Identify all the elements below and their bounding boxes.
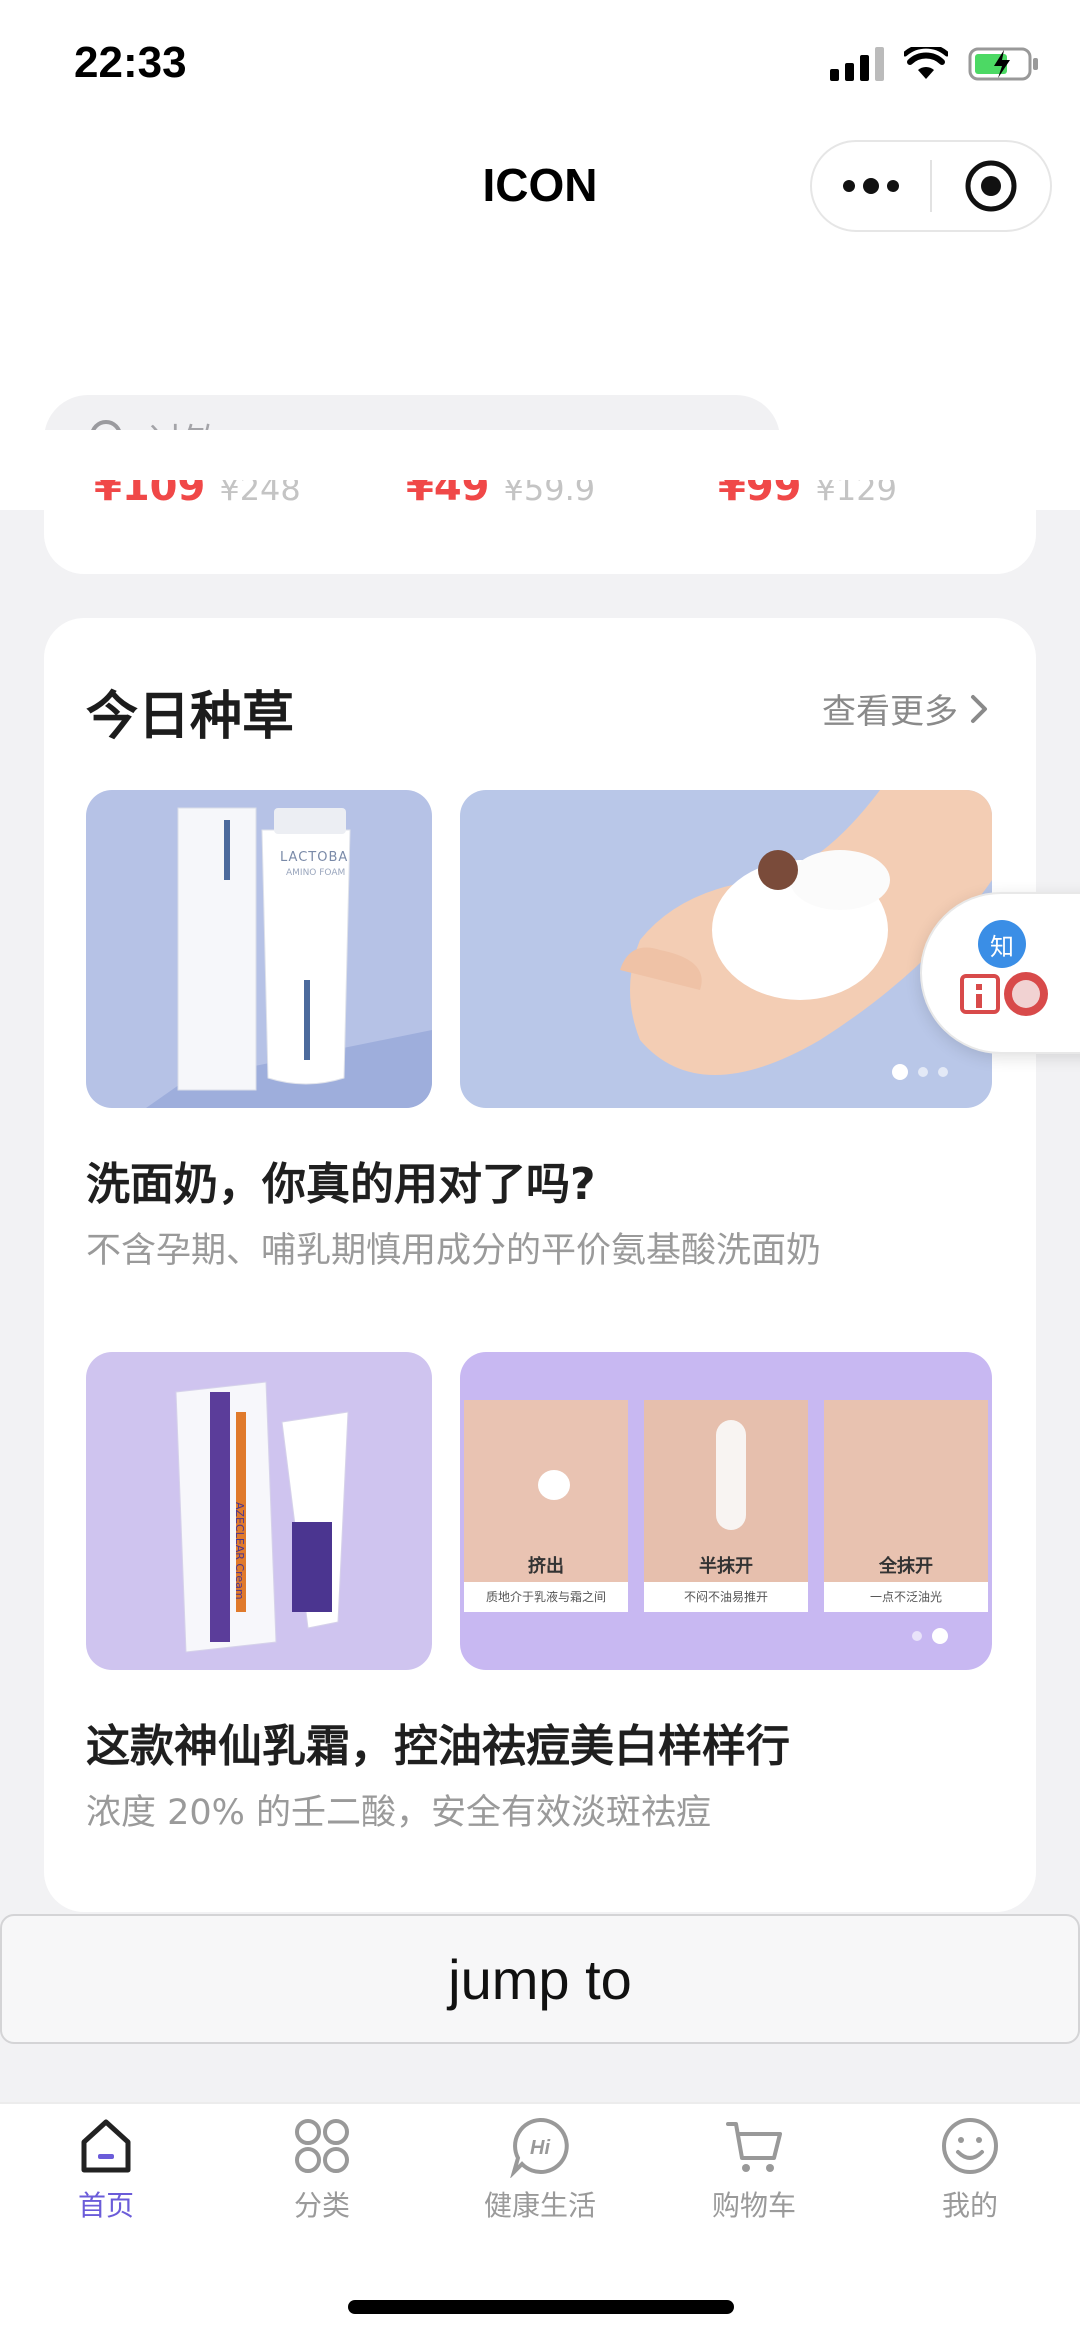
more-dots-icon	[843, 178, 899, 194]
recommend-card: 今日种草 查看更多 LACTOBA AMINO FOAM 洗面奶，你真的用对了吗…	[44, 618, 1036, 1912]
sale-price: ¥109	[94, 480, 206, 510]
texture-step: 半抹开 不闷不油易推开	[644, 1400, 808, 1612]
lactoba-product-illustration	[146, 807, 432, 1108]
home-indicator	[348, 2300, 734, 2314]
tab-cart[interactable]: 购物车	[654, 2114, 854, 2224]
article-title[interactable]: 这款神仙乳霜，控油祛痘美白样样行	[86, 1710, 790, 1774]
cart-icon	[726, 2122, 782, 2172]
azeclear-product-illustration	[175, 1381, 349, 1653]
product-image-foam[interactable]	[460, 790, 992, 1108]
article-title[interactable]: 洗面奶，你真的用对了吗?	[86, 1148, 596, 1212]
product-sub-label: AMINO FOAM	[286, 868, 346, 878]
article-subtitle: 不含孕期、哺乳期慎用成分的平价氨基酸洗面奶	[86, 1231, 822, 1271]
tab-label: 购物车	[711, 2189, 796, 2222]
product-card-partial[interactable]: ¥109 ¥248 ¥49 ¥59.9 ¥99 ¥129	[44, 430, 1036, 574]
status-icons	[830, 46, 1040, 82]
floating-assistant-button[interactable]: 知	[920, 892, 1080, 1054]
tab-home[interactable]: 首页	[6, 2114, 206, 2224]
article-subtitle: 浓度 20% 的壬二酸，安全有效淡斑祛痘	[86, 1793, 712, 1833]
step-caption: 质地介于乳液与霜之间	[485, 1590, 606, 1604]
health-life-icon: Hi	[510, 2117, 569, 2178]
product-brand-label: AZECLEAR Cream	[233, 1502, 246, 1600]
zhi-badge: 知	[978, 920, 1026, 968]
price-item: ¥109 ¥248	[94, 480, 301, 510]
carousel-indicator	[892, 1064, 948, 1080]
target-icon	[965, 160, 1017, 212]
home-icon	[81, 2119, 131, 2173]
tab-label: 分类	[293, 2189, 350, 2222]
see-more-label: 查看更多	[822, 692, 958, 732]
sale-price: ¥49	[406, 480, 490, 510]
status-bar: 22:33	[0, 0, 1080, 130]
more-button[interactable]	[812, 142, 930, 230]
svg-text:Hi: Hi	[530, 2137, 550, 2159]
cellular-signal-icon	[830, 47, 884, 81]
texture-step: 全抹开 一点不泛油光	[824, 1400, 988, 1612]
sale-price: ¥99	[718, 480, 802, 510]
category-icon	[295, 2119, 349, 2173]
step-caption: 不闷不油易推开	[683, 1590, 768, 1604]
texture-step: 挤出 质地介于乳液与霜之间	[464, 1400, 628, 1612]
product-image-azeclear[interactable]: AZECLEAR Cream	[86, 1352, 432, 1670]
price-item: ¥49 ¥59.9	[406, 480, 595, 510]
assistant-icon	[960, 972, 1048, 1016]
original-price: ¥59.9	[503, 480, 596, 508]
tab-label: 健康生活	[483, 2189, 596, 2222]
close-miniapp-button[interactable]	[932, 142, 1050, 230]
wifi-icon	[904, 47, 948, 79]
product-image-texture-steps[interactable]: 挤出 质地介于乳液与霜之间 半抹开 不闷不油易推开 全抹开 一点不泛油光	[460, 1352, 992, 1670]
step-caption: 一点不泛油光	[869, 1590, 942, 1604]
product-image-lactoba[interactable]: LACTOBA AMINO FOAM	[86, 790, 432, 1108]
tab-label: 首页	[77, 2189, 134, 2222]
see-more-link[interactable]: 查看更多	[822, 684, 990, 733]
tab-health-life[interactable]: Hi 健康生活	[440, 2114, 640, 2224]
step-label: 挤出	[528, 1556, 564, 1577]
battery-charging-icon	[968, 47, 1038, 81]
jump-to-button[interactable]: jump to	[0, 1914, 1080, 2044]
step-label: 半抹开	[699, 1556, 753, 1577]
foam-hand-illustration	[620, 790, 992, 1075]
original-price: ¥129	[815, 480, 897, 508]
carousel-indicator	[912, 1628, 948, 1644]
step-label: 全抹开	[879, 1556, 933, 1577]
chevron-right-icon	[971, 694, 987, 723]
tab-profile[interactable]: 我的	[870, 2114, 1070, 2224]
profile-icon	[942, 2118, 998, 2174]
status-time: 22:33	[74, 38, 187, 87]
miniapp-capsule	[810, 140, 1052, 232]
price-row: ¥109 ¥248 ¥49 ¥59.9 ¥99 ¥129	[44, 480, 1036, 510]
original-price: ¥248	[219, 480, 301, 508]
section-title: 今日种草	[86, 687, 295, 747]
product-brand-label: LACTOBA	[280, 850, 349, 865]
tab-category[interactable]: 分类	[222, 2114, 422, 2224]
tab-label: 我的	[941, 2189, 998, 2222]
price-item: ¥99 ¥129	[718, 480, 897, 510]
